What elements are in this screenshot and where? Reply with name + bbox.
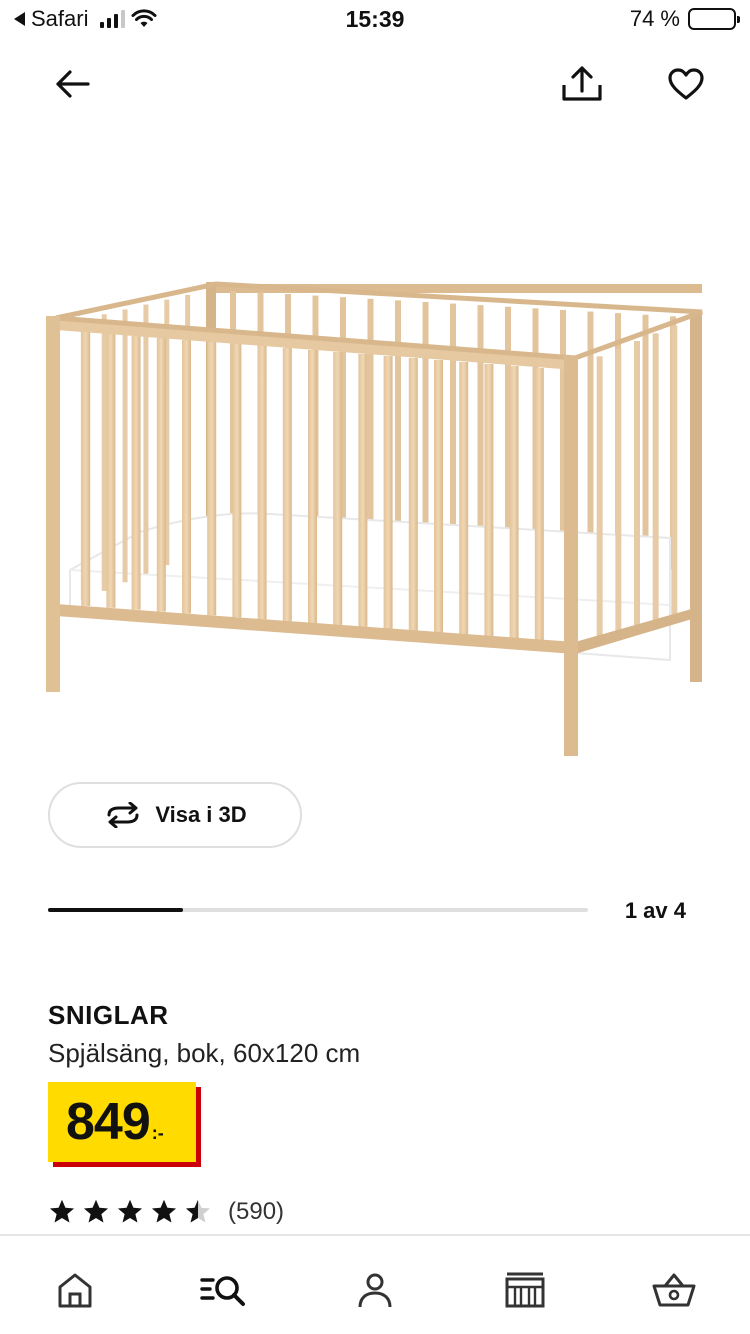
cart-icon [652, 1273, 696, 1307]
product-image[interactable] [30, 270, 720, 770]
search-icon [200, 1276, 245, 1306]
price-value: 849 [66, 1093, 151, 1151]
nav-store[interactable] [499, 1264, 551, 1316]
share-icon [562, 66, 602, 101]
rating-stars [48, 1198, 212, 1226]
favorite-button[interactable] [658, 56, 714, 112]
image-pager-label: 1 av 4 [624, 898, 686, 923]
nav-cart[interactable] [648, 1264, 700, 1316]
price-tag: 849 :- [48, 1082, 196, 1162]
rating[interactable]: (590) [48, 1198, 284, 1226]
star-full-icon [117, 1199, 143, 1223]
arrow-left-icon [56, 70, 90, 98]
product-description: Spjälsäng, bok, 60x120 cm [48, 1038, 361, 1068]
price-suffix: :- [151, 1123, 164, 1143]
battery-icon [688, 8, 740, 30]
status-bar: Safari 15:39 74 % [0, 0, 750, 42]
view-3d-button[interactable]: Visa i 3D [48, 782, 302, 848]
rotate-3d-icon [107, 802, 139, 828]
nav-home[interactable] [49, 1264, 101, 1316]
store-icon [505, 1272, 545, 1308]
heart-icon [668, 68, 704, 100]
star-full-icon [83, 1199, 109, 1223]
image-pager-progress [48, 908, 183, 912]
nav-search[interactable] [198, 1264, 250, 1316]
nav-profile[interactable] [349, 1264, 401, 1316]
profile-icon [358, 1273, 392, 1308]
star-full-icon [49, 1199, 75, 1223]
battery-percent: 74 % [629, 6, 680, 31]
share-button[interactable] [554, 56, 610, 112]
status-right: 74 % [629, 6, 740, 32]
rating-count: (590) [228, 1198, 285, 1225]
product-name: SNIGLAR [48, 1000, 169, 1030]
back-button[interactable] [44, 56, 100, 112]
image-pager-track[interactable] [48, 908, 588, 912]
view-3d-label: Visa i 3D [155, 802, 247, 827]
star-full-icon [151, 1199, 177, 1223]
star-half-icon [185, 1199, 211, 1223]
bottom-nav [0, 1234, 750, 1334]
home-icon [58, 1273, 92, 1308]
